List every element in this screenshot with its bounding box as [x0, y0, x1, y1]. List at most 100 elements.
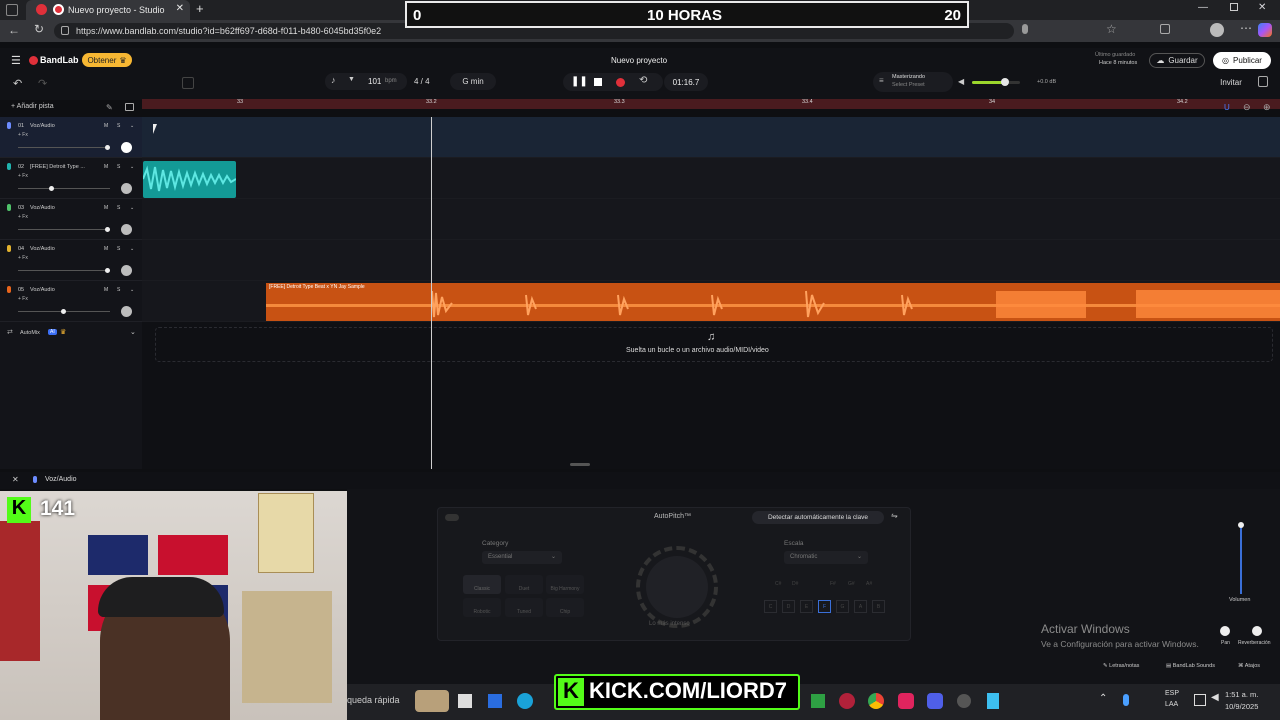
- copilot-icon[interactable]: [1258, 23, 1272, 37]
- zoom-out-icon[interactable]: ⊖: [1243, 102, 1251, 113]
- autopitch-toggle[interactable]: [445, 514, 459, 521]
- save-button[interactable]: ☁ Guardar: [1149, 53, 1205, 68]
- chevron-down-icon[interactable]: ⌄: [130, 164, 134, 170]
- metronome-icon[interactable]: ♪: [331, 75, 336, 85]
- playhead[interactable]: [431, 117, 432, 469]
- note-button[interactable]: D#: [792, 581, 798, 587]
- note-button[interactable]: F#: [830, 581, 836, 587]
- browser-tab[interactable]: Nuevo proyecto - Studio ✕: [26, 0, 190, 20]
- note-button[interactable]: A: [854, 600, 867, 613]
- timeline-ruler[interactable]: 33 33.2 33.3 33.4 34 34.2: [142, 99, 1280, 109]
- chevron-down-icon[interactable]: ⌄: [130, 205, 134, 211]
- note-button[interactable]: G: [836, 600, 849, 613]
- preset-button[interactable]: Big Harmony: [546, 575, 584, 594]
- terminal-icon[interactable]: [811, 694, 825, 708]
- close-tab-icon[interactable]: ✕: [176, 3, 184, 14]
- mixer-icon[interactable]: [182, 77, 194, 89]
- mastering-selector[interactable]: ≡ Masterizando Select Preset: [873, 72, 953, 92]
- track-name[interactable]: Voz/Audio: [30, 205, 55, 211]
- detect-key-button[interactable]: Detectar automáticamente la clave: [752, 511, 884, 524]
- note-button[interactable]: D: [782, 600, 795, 613]
- minimize-icon[interactable]: —: [1198, 2, 1208, 13]
- solo-button[interactable]: S: [117, 205, 120, 211]
- close-window-icon[interactable]: ✕: [1258, 2, 1266, 13]
- notepad-icon[interactable]: [987, 693, 999, 709]
- hamburger-menu-icon[interactable]: ☰: [11, 54, 21, 67]
- note-button[interactable]: C#: [775, 581, 781, 587]
- key-selector[interactable]: G min: [450, 73, 496, 90]
- pan-knob[interactable]: [121, 224, 132, 235]
- tab-list-icon[interactable]: [6, 4, 18, 16]
- note-button[interactable]: F: [818, 600, 831, 613]
- file-explorer-icon[interactable]: [488, 694, 502, 708]
- add-fx-button[interactable]: + Fx: [18, 173, 28, 179]
- chevron-down-icon[interactable]: ⌄: [130, 123, 134, 129]
- chevron-down-icon[interactable]: ▼: [348, 76, 355, 83]
- clock-time[interactable]: 1:51 a. m.: [1225, 690, 1258, 699]
- add-fx-button[interactable]: + Fx: [18, 255, 28, 261]
- volume-fader[interactable]: [1240, 524, 1242, 594]
- audio-clip[interactable]: [FREE] Detroit Type Beat x YN Jay Sample: [266, 283, 1280, 321]
- lyrics-button[interactable]: ✎ Letras/notas: [1103, 663, 1139, 669]
- track-volume-handle[interactable]: [105, 268, 110, 273]
- chevron-down-icon[interactable]: ⌄: [130, 287, 134, 293]
- track-volume-slider[interactable]: [18, 270, 110, 271]
- edge-icon[interactable]: [517, 693, 533, 709]
- pencil-icon[interactable]: ✎: [106, 103, 113, 112]
- extensions-icon[interactable]: [1160, 24, 1170, 34]
- undo-icon[interactable]: ↶: [13, 77, 22, 90]
- chrome-icon[interactable]: [868, 693, 884, 709]
- mute-button[interactable]: M: [104, 123, 108, 129]
- solo-button[interactable]: S: [117, 246, 120, 252]
- new-tab-icon[interactable]: +: [196, 1, 204, 16]
- add-fx-button[interactable]: + Fx: [18, 132, 28, 138]
- track-name[interactable]: [FREE] Detroit Type ...: [30, 164, 85, 170]
- mute-button[interactable]: M: [104, 164, 108, 170]
- volume-fader-handle[interactable]: [1238, 522, 1244, 528]
- language-bottom[interactable]: LAA: [1165, 701, 1178, 708]
- audio-clip[interactable]: [143, 161, 236, 198]
- tiktok-icon[interactable]: [898, 693, 914, 709]
- menu-dots-icon[interactable]: ⋯: [1240, 21, 1252, 35]
- bandlab-sounds-button[interactable]: ▤ BandLab Sounds: [1166, 663, 1215, 669]
- add-fx-button[interactable]: + Fx: [18, 214, 28, 220]
- note-button[interactable]: G#: [848, 581, 855, 587]
- track-lane[interactable]: [142, 158, 1280, 199]
- track-settings-icon[interactable]: [125, 103, 134, 111]
- loop-icon[interactable]: ⟲: [639, 75, 647, 86]
- solo-button[interactable]: S: [117, 123, 120, 129]
- pan-knob[interactable]: [121, 265, 132, 276]
- mute-button[interactable]: M: [104, 246, 108, 252]
- snap-icon[interactable]: U: [1224, 103, 1230, 112]
- note-button[interactable]: C: [764, 600, 777, 613]
- add-track-button[interactable]: + Añadir pista: [11, 103, 54, 110]
- microphone-tray-icon[interactable]: [1123, 694, 1129, 706]
- autopitch-knob[interactable]: [636, 546, 718, 628]
- pan-knob[interactable]: [1220, 626, 1230, 636]
- automix-row[interactable]: ⇄ AutoMix AI ♛ ⌄: [0, 328, 142, 342]
- note-button[interactable]: E: [800, 600, 813, 613]
- add-fx-button[interactable]: + Fx: [18, 296, 28, 302]
- preset-button[interactable]: Duet: [505, 575, 543, 594]
- invite-button[interactable]: Invitar: [1213, 74, 1249, 90]
- zoom-in-icon[interactable]: ⊕: [1263, 102, 1271, 113]
- track-volume-handle[interactable]: [61, 309, 66, 314]
- profile-avatar[interactable]: [1210, 23, 1224, 37]
- chevron-down-icon[interactable]: ⌄: [130, 328, 136, 336]
- preset-button[interactable]: Classic: [463, 575, 501, 594]
- track-volume-slider[interactable]: [18, 147, 110, 148]
- track-volume-handle[interactable]: [105, 227, 110, 232]
- solo-button[interactable]: S: [117, 164, 120, 170]
- speaker-icon[interactable]: ◀: [958, 77, 964, 86]
- preset-button[interactable]: Tuned: [505, 598, 543, 617]
- drop-zone[interactable]: ♫ Suelta un bucle o un archivo audio/MID…: [155, 327, 1273, 362]
- redo-icon[interactable]: ↷: [38, 77, 47, 90]
- metronome-group[interactable]: ♪ ▼ 101 bpm: [325, 73, 407, 90]
- discord-icon[interactable]: [927, 693, 943, 709]
- record-icon[interactable]: [616, 78, 625, 87]
- track-name[interactable]: Voz/Audio: [30, 246, 55, 252]
- project-title[interactable]: Nuevo proyecto: [611, 56, 667, 65]
- restore-icon[interactable]: [1230, 3, 1238, 11]
- clock-date[interactable]: 10/9/2025: [1225, 702, 1258, 711]
- solo-button[interactable]: S: [117, 287, 120, 293]
